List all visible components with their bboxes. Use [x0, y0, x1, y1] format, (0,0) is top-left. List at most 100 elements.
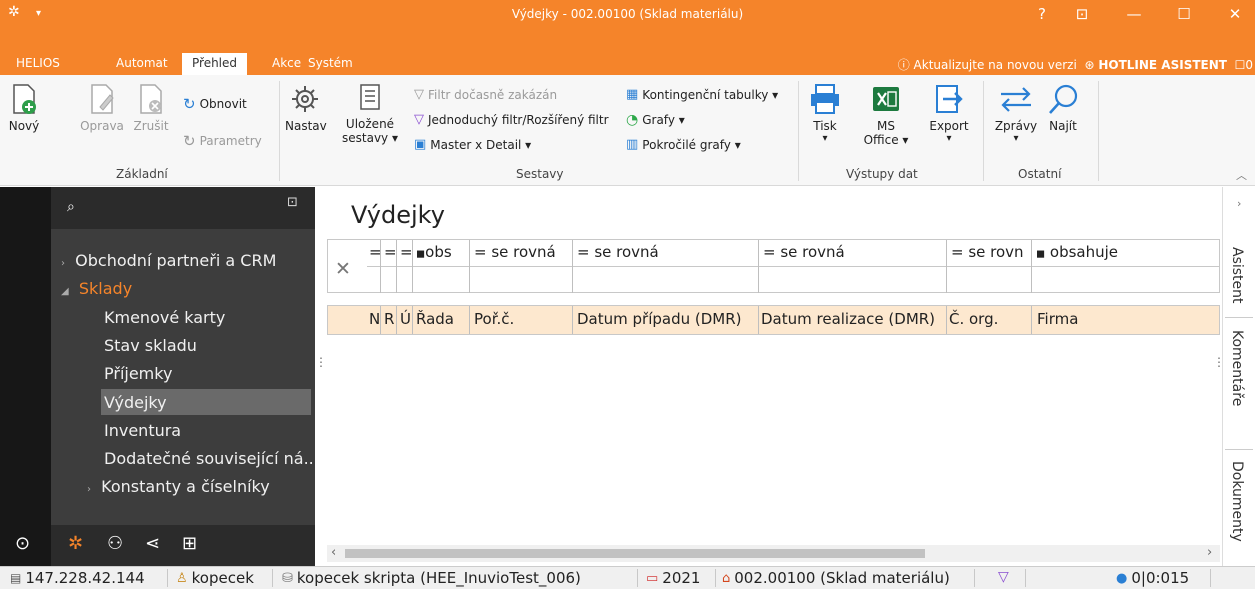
ribbon-display-icon[interactable]: ⊡ — [1062, 0, 1102, 29]
nav-item-kmenove-karty[interactable]: Kmenové karty — [104, 308, 225, 327]
grid-icon[interactable]: ⊞ — [182, 533, 197, 554]
filter-op-porc[interactable]: = se rovná — [470, 240, 573, 267]
gear-icon — [292, 86, 318, 112]
scroll-left-icon[interactable]: ‹ — [331, 545, 336, 560]
filter-op-n[interactable]: = — [367, 240, 381, 267]
status-year[interactable]: ▭ 2021 — [646, 569, 700, 587]
export-dropdown-icon[interactable]: ▾ — [927, 133, 971, 144]
filter-op-datum-pripadu[interactable]: = se rovná — [573, 240, 759, 267]
messages-dropdown-icon[interactable]: ▾ — [994, 133, 1038, 144]
charts-button[interactable]: ◔ Grafy ▾ — [626, 112, 685, 128]
horizontal-scrollbar[interactable]: ‹ › — [327, 545, 1220, 562]
column-header-c-org[interactable]: Č. org. — [947, 306, 1032, 334]
ms-office-button[interactable]: MS Office ▾ — [858, 83, 914, 147]
filter-op-u[interactable]: = — [397, 240, 413, 267]
filter-op-firma[interactable]: ◼ obsahuje — [1032, 240, 1220, 267]
tab-system[interactable]: Systém — [308, 56, 353, 70]
advanced-charts-button[interactable]: ▥ Pokročilé grafy ▾ — [626, 137, 741, 152]
expand-panel-icon[interactable]: ⊙ — [15, 533, 30, 554]
nav-item-dodatecne[interactable]: Dodatečné související ná... — [104, 449, 319, 468]
update-notice[interactable]: ⓘ Aktualizujte na novou verzi — [898, 58, 1077, 72]
filter-value-u[interactable] — [397, 267, 413, 293]
collapse-ribbon-icon[interactable]: ︿ — [1236, 167, 1247, 183]
master-detail-button[interactable]: ▣ Master x Detail ▾ — [414, 137, 531, 152]
divider — [167, 569, 168, 587]
scroll-right-icon[interactable]: › — [1207, 545, 1212, 560]
collapse-right-panel-icon[interactable]: › — [1237, 197, 1241, 210]
divider — [272, 569, 273, 587]
column-header-u[interactable]: Ú — [397, 306, 413, 334]
export-button[interactable]: Export ▾ — [927, 83, 971, 144]
status-warehouse[interactable]: ⌂ 002.00100 (Sklad materiálu) — [722, 569, 950, 587]
pivot-table-icon: ▦ — [626, 87, 639, 102]
filter-value-n[interactable] — [367, 267, 381, 293]
ribbon-tabs: HELIOS Automat Přehled Akce Systém ⓘ Akt… — [0, 29, 1255, 75]
tab-asistent[interactable]: Asistent — [1229, 247, 1245, 304]
clear-filter-icon[interactable]: ✕ — [335, 258, 351, 280]
ribbon-separator — [798, 81, 799, 181]
pin-panel-icon[interactable]: ⊡ — [287, 195, 298, 210]
nav-item-konstanty[interactable]: › Konstanty a číselníky — [87, 477, 270, 496]
saved-reports-button[interactable]: Uložené sestavy ▾ — [342, 83, 398, 145]
column-header-n[interactable]: N — [367, 306, 381, 334]
filter-op-r[interactable]: = — [381, 240, 397, 267]
column-header-porc[interactable]: Poř.č. — [470, 306, 573, 334]
filter-value-rada[interactable] — [413, 267, 470, 293]
filter-value-datum-realizace[interactable] — [759, 267, 947, 293]
messages-button[interactable]: Zprávy ▾ — [994, 83, 1038, 144]
filter-value-c-org[interactable] — [947, 267, 1032, 293]
maximize-button[interactable]: ☐ — [1164, 0, 1204, 29]
column-header-datum-realizace[interactable]: Datum realizace (DMR) — [759, 306, 947, 334]
hotline-link[interactable]: HOTLINE ASISTENT — [1098, 58, 1227, 72]
column-header-r[interactable]: R — [381, 306, 397, 334]
edit-button[interactable]: Oprava — [76, 83, 128, 133]
master-detail-icon: ▣ — [414, 137, 427, 152]
filter-disabled-button[interactable]: ▽ Filtr dočasně zakázán — [414, 87, 557, 102]
scrollbar-thumb[interactable] — [345, 549, 925, 558]
nav-item-inventura[interactable]: Inventura — [104, 421, 181, 440]
filter-panel: ✕ = = = ◼obs = se rovná = se rovná = se … — [327, 239, 1220, 293]
close-button[interactable]: ✕ — [1215, 0, 1255, 29]
tab-automat[interactable]: Automat — [116, 56, 168, 70]
find-button[interactable]: Najít — [1046, 83, 1080, 133]
help-button[interactable]: ? — [1022, 0, 1062, 29]
nav-item-vydejky[interactable]: Výdejky — [101, 389, 311, 415]
nav-search-bar[interactable]: ⌕ ⊡ — [51, 187, 315, 229]
parameters-button[interactable]: ↻ Parametry — [183, 132, 262, 150]
new-button[interactable]: Nový — [4, 83, 44, 133]
print-dropdown-icon[interactable]: ▾ — [806, 133, 844, 144]
nav-item-stav-skladu[interactable]: Stav skladu — [104, 336, 197, 355]
print-button[interactable]: Tisk ▾ — [806, 83, 844, 144]
filter-value-porc[interactable] — [470, 267, 573, 293]
nav-item-prijemky[interactable]: Příjemky — [104, 364, 172, 383]
collapse-arrow-icon: ◢ — [61, 286, 69, 297]
tab-prehled[interactable]: Přehled — [182, 53, 248, 75]
pivot-tables-button[interactable]: ▦ Kontingenční tabulky ▾ — [626, 87, 778, 102]
nav-item-obchodni-partneri[interactable]: › Obchodní partneři a CRM — [61, 251, 276, 270]
minimize-button[interactable]: — — [1114, 0, 1154, 29]
tab-komentare[interactable]: Komentáře — [1229, 330, 1245, 406]
cancel-button[interactable]: Zrušit — [130, 83, 172, 133]
tab-helios[interactable]: HELIOS — [16, 56, 60, 70]
share-icon[interactable]: ⋖ — [145, 533, 160, 554]
column-header-rada[interactable]: Řada — [413, 306, 470, 334]
favorites-icon[interactable]: ✲ — [68, 533, 83, 554]
tab-akce[interactable]: Akce — [272, 56, 301, 70]
simple-filter-button[interactable]: ▽ Jednoduchý filtr/Rozšířený filtr — [414, 112, 609, 127]
tab-dokumenty[interactable]: Dokumenty — [1229, 461, 1245, 542]
grid-header-row: N R Ú Řada Poř.č. Datum případu (DMR) Da… — [327, 305, 1220, 335]
filter-op-c-org[interactable]: = se rovn — [947, 240, 1032, 267]
filter-op-datum-realizace[interactable]: = se rovná — [759, 240, 947, 267]
nav-item-sklady[interactable]: ◢ Sklady — [61, 279, 132, 298]
tabs-right-area: ⓘ Aktualizujte na novou verzi ⊛ HOTLINE … — [898, 56, 1253, 73]
status-filter[interactable]: ▽ — [998, 569, 1009, 585]
column-header-firma[interactable]: Firma — [1032, 306, 1220, 334]
filter-value-r[interactable] — [381, 267, 397, 293]
refresh-button[interactable]: ↻ Obnovit — [183, 95, 247, 113]
filter-value-datum-pripadu[interactable] — [573, 267, 759, 293]
tree-icon[interactable]: ⚇ — [107, 533, 123, 554]
left-splitter-grip[interactable]: ⋮ — [315, 355, 327, 369]
column-header-datum-pripadu[interactable]: Datum případu (DMR) — [573, 306, 759, 334]
filter-op-rada[interactable]: ◼obs — [413, 240, 470, 267]
setup-button[interactable]: Nastav — [285, 83, 327, 133]
